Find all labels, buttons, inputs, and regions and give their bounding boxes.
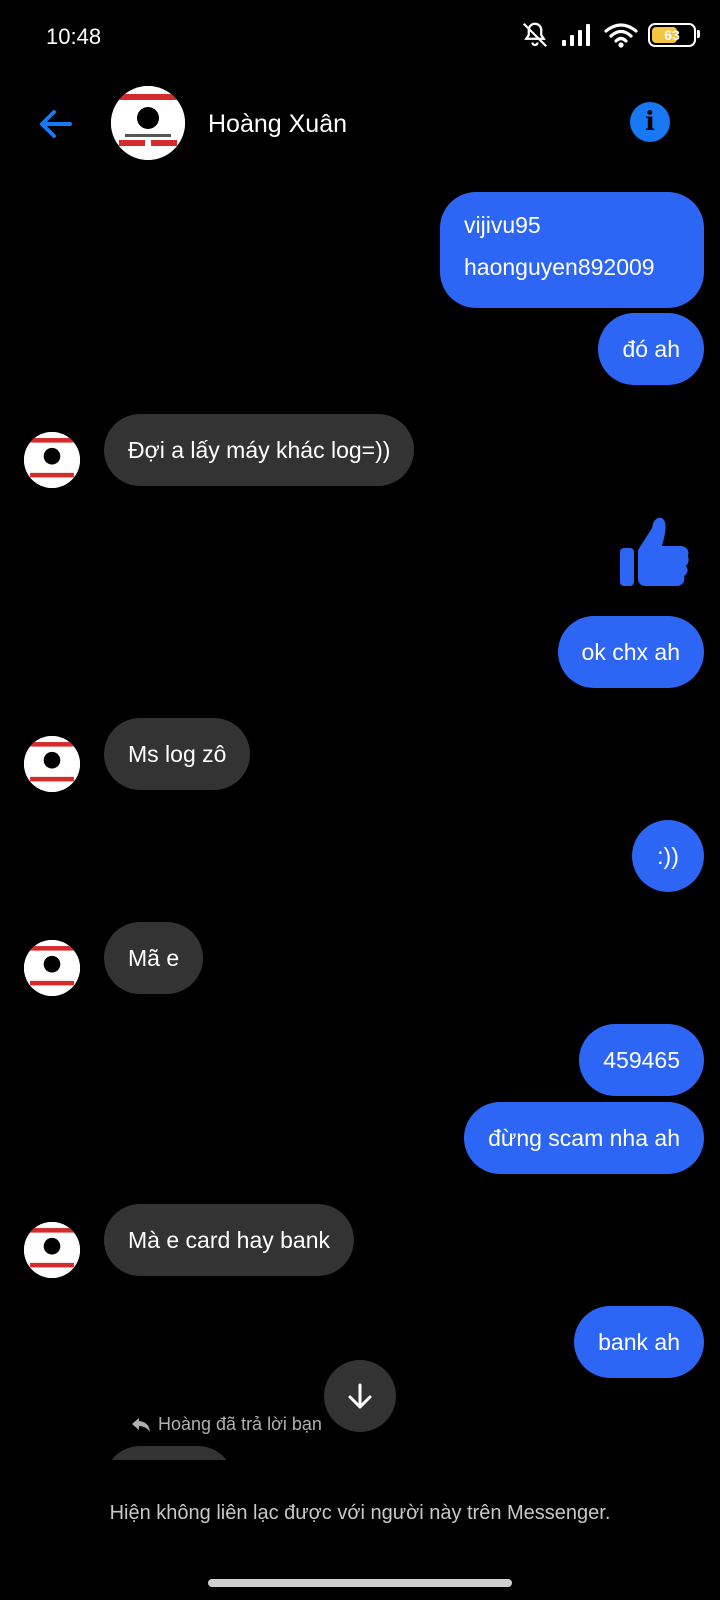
- sender-avatar[interactable]: [24, 940, 80, 996]
- sender-avatar[interactable]: [24, 736, 80, 792]
- info-button[interactable]: i: [630, 102, 670, 142]
- sender-avatar[interactable]: [24, 432, 80, 488]
- sender-avatar[interactable]: [24, 1222, 80, 1278]
- contact-avatar[interactable]: [111, 86, 185, 160]
- message-bubble-incoming[interactable]: Mã e: [104, 922, 204, 994]
- back-button[interactable]: [34, 102, 78, 146]
- message-text: bank ah: [598, 1329, 680, 1355]
- arrow-down-icon: [348, 1383, 372, 1409]
- avatar-image: [24, 940, 80, 996]
- status-time: 10:48: [46, 24, 102, 49]
- message-text: ok chx ah: [581, 639, 680, 665]
- unavailable-notice: Hiện không liên lạc được với người này t…: [109, 1502, 611, 1524]
- arrow-left-icon: [40, 110, 72, 138]
- message-text: đừng scam nha ah: [488, 1125, 680, 1151]
- message-bubble-outgoing[interactable]: vijivu95 haonguyen892009: [440, 192, 704, 308]
- message-bubble-incoming[interactable]: Mà e card hay bank: [104, 1204, 355, 1276]
- message-bubble-outgoing[interactable]: ok chx ah: [557, 616, 704, 688]
- message-bubble-outgoing[interactable]: bank ah: [574, 1306, 704, 1378]
- avatar-image: [111, 86, 185, 160]
- signal-icon: [562, 24, 590, 46]
- thumbs-up-icon: [620, 517, 689, 586]
- scroll-to-bottom-button[interactable]: [324, 1360, 396, 1432]
- thumbs-up-message[interactable]: [618, 514, 692, 590]
- message-bubble-outgoing[interactable]: :)): [632, 820, 704, 892]
- message-text: Mà e card hay bank: [128, 1227, 331, 1253]
- message-bubble-incoming[interactable]: Ms log zô: [104, 718, 251, 790]
- message-text: Mã e: [128, 945, 180, 971]
- avatar-image: [24, 736, 80, 792]
- message-bubble-outgoing[interactable]: 459465: [579, 1024, 704, 1096]
- message-text: Đợi a lấy máy khác log=)): [128, 437, 391, 463]
- message-text: 459465: [603, 1047, 680, 1073]
- reply-icon: [132, 1417, 150, 1432]
- message-text: Ms log zô: [128, 741, 227, 767]
- message-bubble-outgoing[interactable]: đừng scam nha ah: [464, 1102, 704, 1174]
- avatar-image: [24, 1222, 80, 1278]
- avatar-image: [24, 432, 80, 488]
- battery-icon: 63: [648, 23, 700, 47]
- message-text: đó ah: [622, 336, 680, 362]
- battery-level: 63: [664, 27, 680, 43]
- info-icon: i: [645, 107, 655, 137]
- wifi-icon: [604, 23, 638, 48]
- message-text: haonguyen892009: [464, 254, 655, 280]
- message-text: :)): [657, 843, 679, 869]
- contact-name[interactable]: Hoàng Xuân: [208, 110, 347, 139]
- home-indicator[interactable]: [208, 1579, 512, 1587]
- bell-muted-icon: [522, 22, 548, 48]
- message-text: vijivu95: [464, 212, 541, 238]
- reply-note: Hoàng đã trả lời bạn: [130, 1414, 322, 1435]
- reply-note-text: Hoàng đã trả lời bạn: [158, 1414, 322, 1434]
- message-bubble-outgoing[interactable]: đó ah: [598, 313, 704, 385]
- message-bubble-incoming[interactable]: Đợi a lấy máy khác log=)): [104, 414, 415, 486]
- status-icons: 63: [520, 20, 700, 50]
